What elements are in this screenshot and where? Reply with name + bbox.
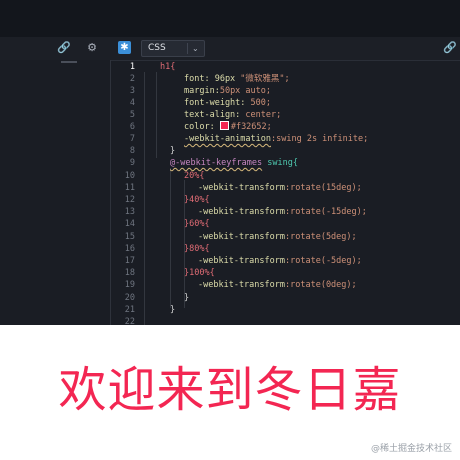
code-token: -webkit-transform xyxy=(198,256,285,266)
code-token: text-align: xyxy=(184,110,246,120)
line-number-gutter: 1 2 3 4 5 6 7 8 9 10 11 12 13 14 15 16 1… xyxy=(111,60,139,325)
line-number: 3 xyxy=(129,86,135,96)
code-token: -webkit-animation xyxy=(184,134,271,144)
preview-heading: 欢迎来到冬日嘉 xyxy=(58,362,402,418)
code-line-15: -webkit-transform:rotate(5deg); xyxy=(198,231,357,243)
line-number: 18 xyxy=(124,268,135,278)
code-token: -webkit-transform xyxy=(198,207,285,217)
code-token: -webkit-transform xyxy=(198,280,285,290)
line-number: 8 xyxy=(129,146,135,156)
code-line-3: margin:50px auto; xyxy=(184,85,271,97)
chevron-down-icon: ⌄ xyxy=(192,44,199,53)
code-line-4: font-weight: 500; xyxy=(184,97,271,109)
window-top-strip xyxy=(0,0,460,37)
code-token: } xyxy=(184,293,190,303)
link-icon[interactable]: 🔗 xyxy=(56,40,72,56)
link-icon-right[interactable]: 🔗 xyxy=(443,41,457,55)
code-token: :rotate(0deg); xyxy=(285,280,357,290)
code-token: :rotate(15deg); xyxy=(285,183,362,193)
color-swatch[interactable] xyxy=(219,121,229,130)
code-line-17: -webkit-transform:rotate(-5deg); xyxy=(198,255,362,267)
code-token: -webkit-transform xyxy=(198,232,285,242)
line-number: 20 xyxy=(124,293,135,303)
line-number: 21 xyxy=(124,305,135,315)
line-number: 16 xyxy=(124,244,135,254)
code-area[interactable]: h1{ font: 96px "微软雅黑"; margin:50px auto;… xyxy=(140,60,460,325)
code-token: 50px auto; xyxy=(219,86,272,96)
code-line-18: }100%{ xyxy=(184,267,215,279)
code-token: "微软雅黑"; xyxy=(240,74,290,84)
language-select-value: CSS xyxy=(148,43,166,53)
code-line-19: -webkit-transform:rotate(0deg); xyxy=(198,279,357,291)
code-editor: 🔗 ⚙ ✱ CSS ⌄ 🔗 1 2 3 4 5 6 7 8 9 10 11 12… xyxy=(0,0,460,325)
line-number: 6 xyxy=(129,122,135,132)
code-line-13: -webkit-transform:rotate(-15deg); xyxy=(198,206,367,218)
code-token: } xyxy=(170,305,176,315)
watermark: @稀土掘金技术社区 xyxy=(371,443,452,455)
code-line-9: @-webkit-keyframes swing{ xyxy=(170,157,298,169)
code-line-7: -webkit-animation:swing 2s infinite; xyxy=(184,133,368,145)
snowflake-icon[interactable]: ✱ xyxy=(118,41,131,54)
line-number: 2 xyxy=(129,74,135,84)
code-line-20: } xyxy=(184,292,189,304)
line-number: 19 xyxy=(124,280,135,290)
line-number: 17 xyxy=(124,256,135,266)
code-token: h1{ xyxy=(160,62,176,72)
code-token: 20%{ xyxy=(184,171,205,181)
indent-guide xyxy=(156,72,157,158)
code-token: color: xyxy=(184,122,220,132)
code-line-10: 20%{ xyxy=(184,170,204,182)
code-token: }40%{ xyxy=(184,195,210,205)
line-number: 13 xyxy=(124,207,135,217)
line-number: 9 xyxy=(129,158,135,168)
code-token: }60%{ xyxy=(184,219,210,229)
code-token: margin: xyxy=(184,86,220,96)
code-token: font-weight: xyxy=(184,98,251,108)
code-token: -webkit-transform xyxy=(198,183,285,193)
line-number: 15 xyxy=(124,232,135,242)
gear-icon[interactable]: ⚙ xyxy=(84,40,100,56)
code-token: @-webkit-keyframes xyxy=(170,158,263,168)
code-token: 500; xyxy=(250,98,272,108)
left-panel xyxy=(0,60,111,325)
code-token: #f32652; xyxy=(230,122,272,132)
line-number: 5 xyxy=(129,110,135,120)
code-token: font: 96px xyxy=(184,74,241,84)
line-number: 1 xyxy=(129,62,135,72)
code-token: }100%{ xyxy=(184,268,215,278)
code-token: :rotate(-15deg); xyxy=(285,207,367,217)
code-line-1: h1{ xyxy=(160,61,175,73)
line-number: 10 xyxy=(124,171,135,181)
code-line-11: -webkit-transform:rotate(15deg); xyxy=(198,182,362,194)
code-line-8: } xyxy=(170,145,175,157)
line-number: 22 xyxy=(124,317,135,325)
watermark-text: @稀土掘金技术社区 xyxy=(370,444,452,454)
code-token: center; xyxy=(245,110,282,120)
code-line-6: color: #f32652; xyxy=(184,121,272,133)
code-token: swing{ xyxy=(262,158,298,168)
indent-guide xyxy=(144,72,145,325)
code-line-12: }40%{ xyxy=(184,194,210,206)
line-number: 14 xyxy=(124,219,135,229)
code-token: } xyxy=(170,146,176,156)
code-token: :rotate(-5deg); xyxy=(285,256,362,266)
code-line-16: }80%{ xyxy=(184,243,210,255)
code-token: :swing 2s infinite; xyxy=(271,134,369,144)
code-token: :rotate(5deg); xyxy=(285,232,357,242)
code-line-14: }60%{ xyxy=(184,218,210,230)
code-line-5: text-align: center; xyxy=(184,109,281,121)
code-token: }80%{ xyxy=(184,244,210,254)
panel-divider xyxy=(61,61,77,63)
code-line-21: } xyxy=(170,304,175,316)
line-number: 4 xyxy=(129,98,135,108)
language-select[interactable]: CSS ⌄ xyxy=(141,40,205,57)
select-divider xyxy=(187,43,188,54)
line-number: 7 xyxy=(129,134,135,144)
line-number: 11 xyxy=(124,183,135,193)
line-number: 12 xyxy=(124,195,135,205)
code-line-2: font: 96px "微软雅黑"; xyxy=(184,73,290,85)
indent-guide xyxy=(170,168,171,308)
